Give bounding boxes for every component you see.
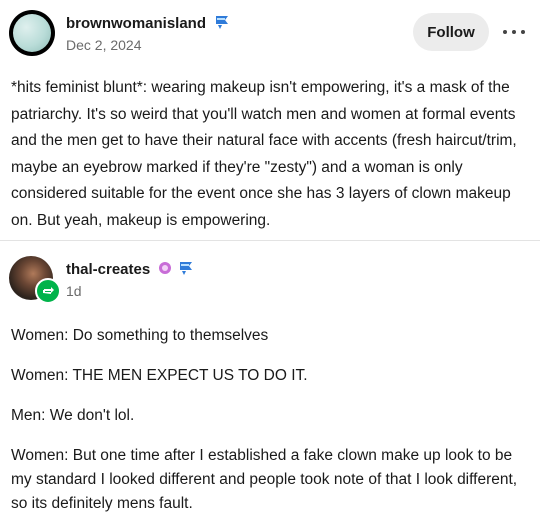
more-options-icon[interactable] xyxy=(503,22,525,42)
blue-checkmark-badge-icon[interactable] xyxy=(178,260,194,280)
reblog-paragraph: Women: THE MEN EXPECT US TO DO IT. xyxy=(11,367,308,384)
follow-button[interactable]: Follow xyxy=(413,13,489,51)
post-author-name[interactable]: brownwomanisland xyxy=(66,15,206,32)
post-body: *hits feminist blunt*: wearing makeup is… xyxy=(11,75,531,234)
blue-checkmark-badge-icon[interactable] xyxy=(214,14,230,34)
avatar-brownwomanisland[interactable] xyxy=(9,10,55,56)
reblog-paragraph: Women: But one time after I established … xyxy=(11,447,518,512)
reblog-time[interactable]: 1d xyxy=(66,283,82,299)
post-text: *hits feminist blunt*: wearing makeup is… xyxy=(11,79,517,229)
reblog-author[interactable]: thal-creates xyxy=(66,260,194,280)
post-date[interactable]: Dec 2, 2024 xyxy=(66,37,142,53)
divider xyxy=(0,240,540,241)
post-author[interactable]: brownwomanisland xyxy=(66,14,230,34)
reblog-paragraph: Women: Do something to themselves xyxy=(11,327,269,344)
avatar-image xyxy=(13,14,51,52)
reblog-author-name[interactable]: thal-creates xyxy=(66,261,150,278)
reblog-body: Women: Do something to themselves Women:… xyxy=(11,324,531,532)
pink-badge-icon[interactable] xyxy=(158,261,172,279)
reblog-icon xyxy=(35,278,61,304)
reblog-paragraph: Men: We don't lol. xyxy=(11,407,135,424)
